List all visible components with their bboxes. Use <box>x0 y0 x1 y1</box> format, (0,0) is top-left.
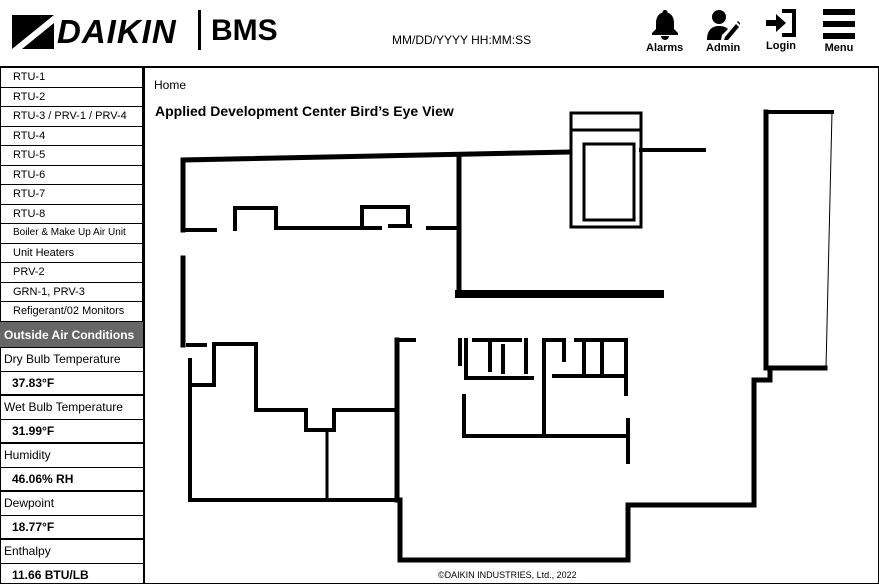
sidebar-item-rtu-3[interactable]: RTU-3 / PRV-1 / PRV-4 <box>0 107 143 127</box>
admin-label: Admin <box>706 42 741 54</box>
bell-icon <box>651 10 678 40</box>
sidebar-item-rtu-1[interactable]: RTU-1 <box>0 68 143 88</box>
sidebar-item-rtu-8[interactable]: RTU-8 <box>0 204 143 224</box>
hamburger-menu-icon <box>823 9 855 39</box>
menu-label: Menu <box>824 42 854 54</box>
daikin-logo-icon <box>12 15 54 49</box>
sidebar: RTU-1 RTU-2 RTU-3 / PRV-1 / PRV-4 RTU-4 … <box>0 68 145 584</box>
sidebar-item-rtu-2[interactable]: RTU-2 <box>0 87 143 107</box>
sidebar-item-rtu-6[interactable]: RTU-6 <box>0 165 143 185</box>
login-icon <box>766 9 796 37</box>
datetime-display: MM/DD/YYYY HH:MM:SS <box>392 33 532 47</box>
daikin-logo: DAIKIN <box>12 12 177 52</box>
humidity-value: 46.06% RH <box>0 468 143 492</box>
wet-bulb-label: Wet Bulb Temperature <box>0 396 143 420</box>
header: DAIKIN BMS MM/DD/YYYY HH:MM:SS Alarms Ad… <box>0 0 879 68</box>
dewpoint-label: Dewpoint <box>0 492 143 516</box>
sidebar-item-prv-2[interactable]: PRV-2 <box>0 263 143 283</box>
dry-bulb-label: Dry Bulb Temperature <box>0 348 143 372</box>
app-name: BMS <box>211 14 278 47</box>
brand-name: DAIKIN <box>57 13 177 50</box>
alarms-label: Alarms <box>646 42 684 54</box>
dry-bulb-value: 37.83°F <box>0 372 143 396</box>
breadcrumb[interactable]: Home <box>154 78 186 92</box>
humidity-label: Humidity <box>0 444 143 468</box>
enthalpy-label: Enthalpy <box>0 540 143 564</box>
dewpoint-value: 18.77°F <box>0 516 143 540</box>
sidebar-item-rtu-7[interactable]: RTU-7 <box>0 185 143 205</box>
sidebar-item-rtu-4[interactable]: RTU-4 <box>0 126 143 146</box>
sidebar-item-grn-1[interactable]: GRN-1, PRV-3 <box>0 282 143 302</box>
floor-plan[interactable] <box>148 96 879 566</box>
login-label: Login <box>766 40 796 52</box>
menu-button[interactable]: Menu <box>823 8 855 54</box>
sidebar-item-boiler[interactable]: Boiler & Make Up Air Unit <box>0 224 143 244</box>
admin-button[interactable]: Admin <box>706 8 740 54</box>
logo-divider <box>198 10 201 50</box>
sidebar-item-rtu-5[interactable]: RTU-5 <box>0 146 143 166</box>
enthalpy-value: 11.66 BTU/LB <box>12 567 89 582</box>
footer-copyright: ©DAIKIN INDUSTRIES, Ltd., 2022 <box>438 570 577 580</box>
user-edit-icon <box>707 10 741 40</box>
outside-air-conditions-header: Outside Air Conditions <box>0 321 143 348</box>
alarms-button[interactable]: Alarms <box>646 8 683 54</box>
login-button[interactable]: Login <box>764 8 798 52</box>
sidebar-item-unit-heaters[interactable]: Unit Heaters <box>0 243 143 263</box>
sidebar-item-refrigerant-monitors[interactable]: Refigerant/02 Monitors <box>0 302 143 322</box>
wet-bulb-value: 31.99°F <box>0 420 143 444</box>
